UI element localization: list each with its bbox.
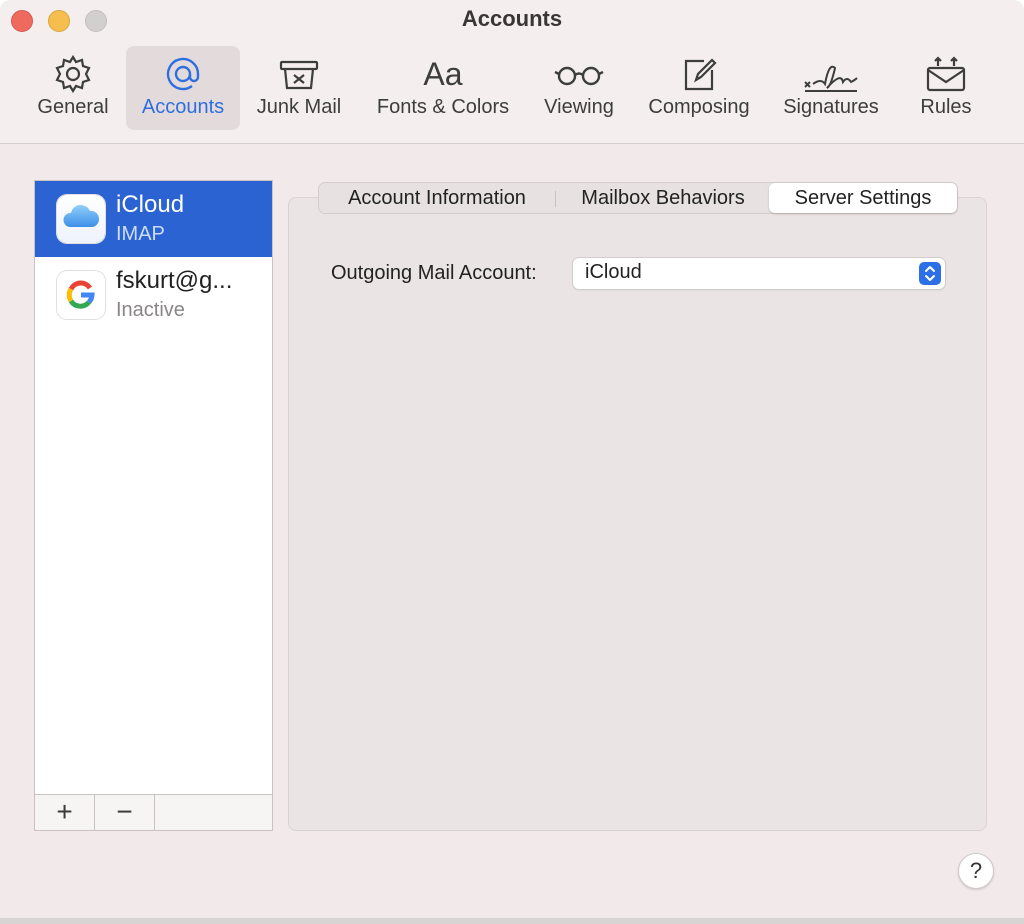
icloud-icon — [57, 195, 105, 243]
toolbar-general-label: General — [37, 96, 109, 118]
toolbar-fonts-colors-label: Fonts & Colors — [376, 96, 510, 118]
preferences-window: Accounts General Accounts Junk Mail Aa F… — [0, 0, 1024, 924]
titlebar: Accounts General Accounts Junk Mail Aa F… — [0, 0, 1024, 144]
toolbar-fonts-colors[interactable]: Aa Fonts & Colors — [362, 46, 524, 130]
account-type: IMAP — [116, 223, 165, 245]
toolbar-signatures[interactable]: Signatures — [772, 46, 890, 130]
toolbar-junk-mail-label: Junk Mail — [256, 96, 342, 118]
toolbar-accounts-label: Accounts — [141, 96, 225, 118]
tab-separator — [555, 191, 556, 207]
account-name: iCloud — [116, 191, 185, 218]
toolbar-viewing[interactable]: Viewing — [532, 46, 626, 130]
toolbar-signatures-label: Signatures — [783, 96, 879, 118]
account-name: fskurt@g... — [116, 267, 233, 294]
outgoing-mail-account-label: Outgoing Mail Account: — [331, 262, 537, 284]
tab-account-information[interactable]: Account Information — [325, 183, 549, 213]
preferences-toolbar: General Accounts Junk Mail Aa Fonts & Co… — [0, 46, 1024, 132]
account-row-google[interactable]: fskurt@g... Inactive — [35, 257, 272, 333]
toolbar-composing[interactable]: Composing — [638, 46, 760, 130]
window-bottom-edge — [0, 918, 1024, 924]
help-button[interactable]: ? — [958, 853, 994, 889]
accounts-list-footer: + − — [35, 794, 272, 830]
tab-mailbox-behaviors[interactable]: Mailbox Behaviors — [563, 183, 763, 213]
account-tabs: Account Information Mailbox Behaviors Se… — [318, 182, 958, 214]
junk-bin-icon — [279, 60, 319, 90]
account-row-icloud[interactable]: iCloud IMAP — [35, 181, 272, 257]
rules-envelope-icon — [926, 56, 966, 92]
account-detail-panel — [288, 197, 987, 831]
compose-icon — [684, 58, 717, 91]
window-title: Accounts — [461, 6, 563, 31]
toolbar-rules[interactable]: Rules — [906, 46, 986, 130]
accounts-list[interactable]: iCloud IMAP fskurt@g... Inactive + − — [34, 180, 273, 831]
add-account-button[interactable]: + — [35, 795, 95, 830]
signature-icon — [804, 65, 858, 92]
google-icon — [57, 271, 105, 319]
toolbar-general[interactable]: General — [28, 46, 118, 130]
remove-account-button[interactable]: − — [95, 795, 155, 830]
toolbar-rules-label: Rules — [920, 96, 972, 118]
outgoing-mail-account-select[interactable]: iCloud — [573, 258, 945, 289]
outgoing-mail-account-value: iCloud — [585, 261, 642, 283]
toolbar-composing-label: Composing — [648, 96, 750, 118]
select-stepper-icon — [919, 262, 941, 285]
toolbar-viewing-label: Viewing — [544, 96, 614, 118]
font-aa-icon: Aa — [423, 56, 463, 92]
toolbar-accounts[interactable]: Accounts — [126, 46, 240, 130]
at-sign-icon — [166, 57, 200, 91]
tab-server-settings[interactable]: Server Settings — [769, 183, 957, 213]
glasses-icon — [554, 66, 604, 86]
account-status: Inactive — [116, 299, 185, 321]
toolbar-junk-mail[interactable]: Junk Mail — [248, 46, 350, 130]
gear-icon — [55, 54, 91, 94]
